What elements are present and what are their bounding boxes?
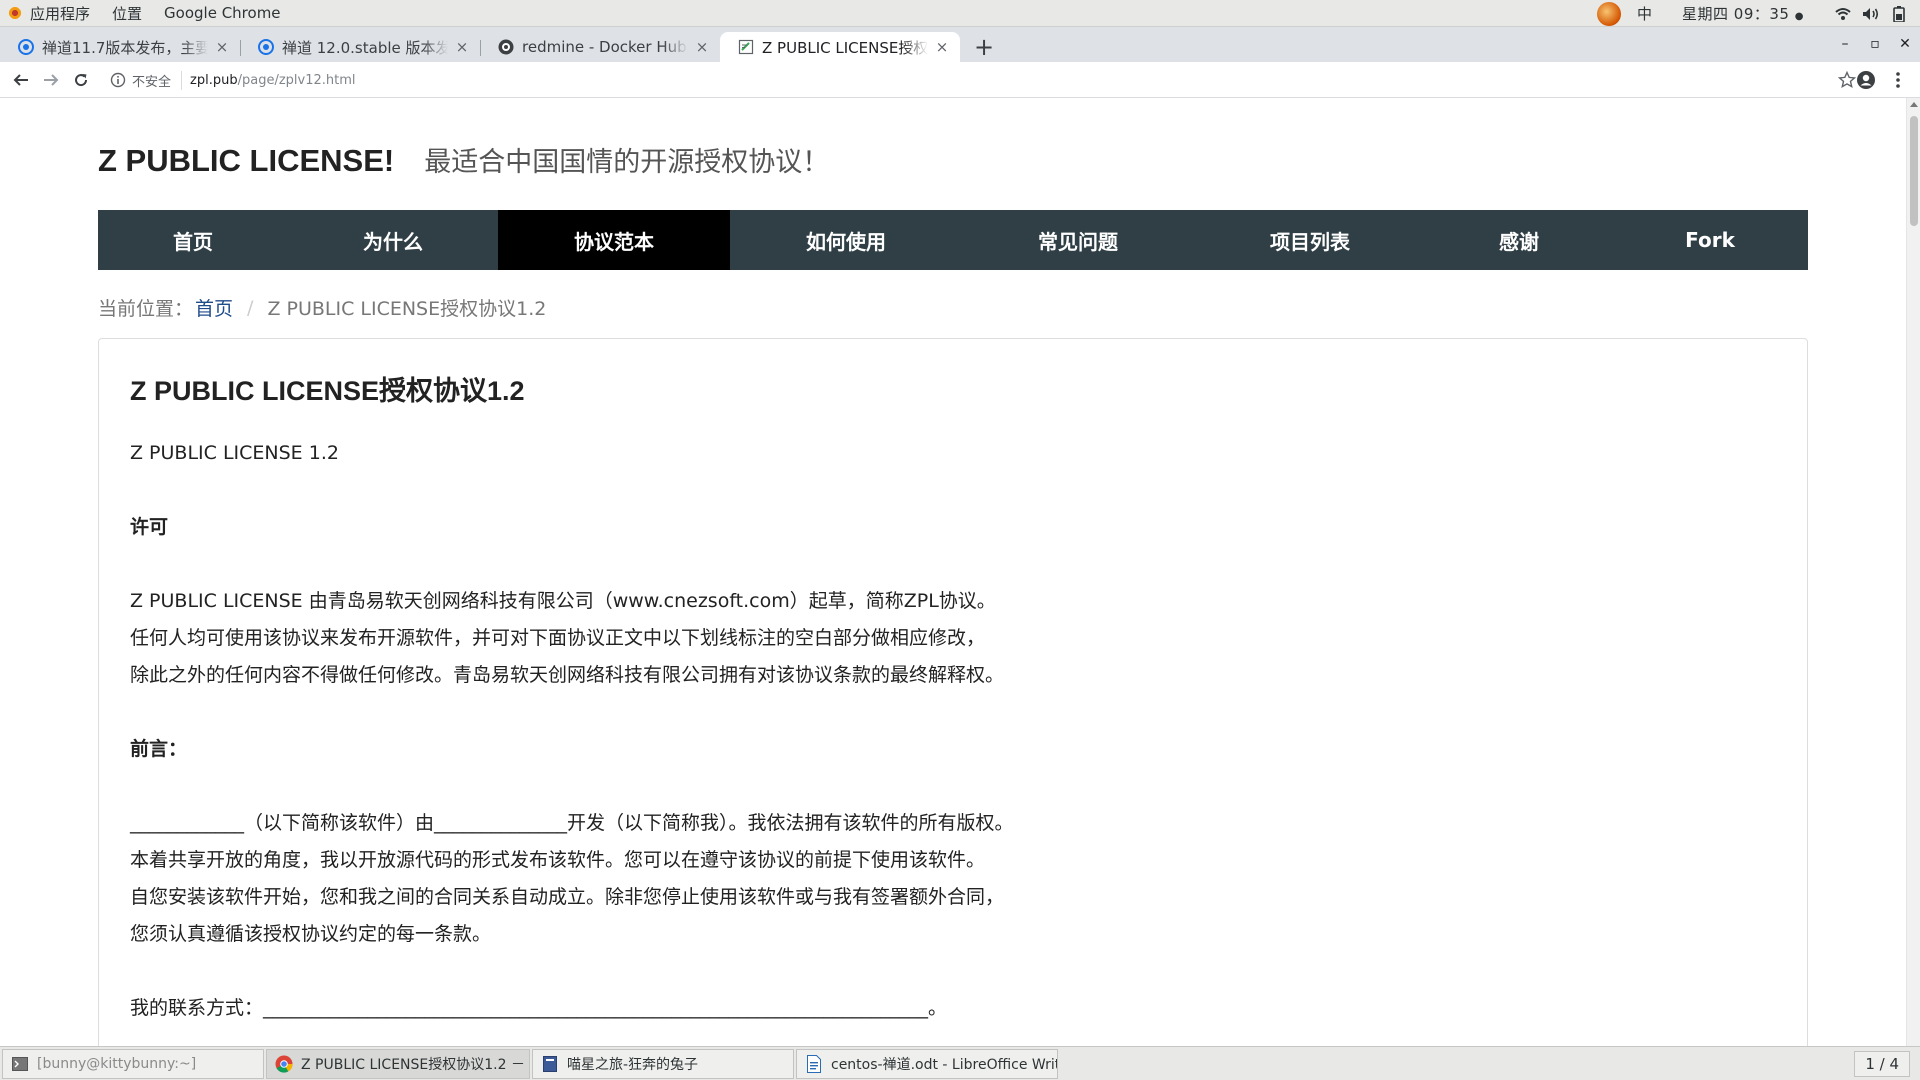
contact-line: 我的联系方式：_________________________________… bbox=[130, 997, 948, 1019]
scroll-up-arrow-icon[interactable] bbox=[1910, 102, 1918, 107]
page-scrollbar[interactable] bbox=[1906, 98, 1920, 1046]
libreoffice-writer-icon bbox=[805, 1054, 823, 1073]
browser-menu-icon[interactable] bbox=[1886, 68, 1910, 92]
terminal-icon bbox=[11, 1055, 29, 1073]
taskbar-item-terminal[interactable]: [bunny@kittybunny:~] bbox=[2, 1048, 264, 1079]
breadcrumb-prefix: 当前位置： bbox=[98, 298, 194, 320]
breadcrumb-current: Z PUBLIC LICENSE授权协议1.2 bbox=[267, 298, 547, 320]
main-nav: 首页 为什么 协议范本 如何使用 常见问题 项目列表 感谢 Fork bbox=[98, 210, 1808, 270]
applications-menu[interactable]: 应用程序 bbox=[30, 3, 101, 24]
taskbar-item-writer[interactable]: centos-禅道.odt - LibreOffice Writer bbox=[796, 1048, 1058, 1079]
heading-preface: 前言： bbox=[130, 738, 188, 760]
notification-dot-icon: ● bbox=[1794, 11, 1804, 22]
nav-item-license-template[interactable]: 协议范本 bbox=[498, 210, 730, 270]
preface-paragraph-line: ____________（以下简称该软件）由______________开发（以… bbox=[130, 812, 1014, 834]
tab-title: 禅道11.7版本发布，主要修 bbox=[42, 38, 208, 57]
taskbar-item-label: centos-禅道.odt - LibreOffice Writer bbox=[831, 1056, 1058, 1073]
tab-title: Z PUBLIC LICENSE授权协议 bbox=[762, 38, 928, 57]
profile-icon[interactable] bbox=[1854, 68, 1878, 92]
back-arrow-icon bbox=[13, 73, 28, 86]
scrollbar-thumb[interactable] bbox=[1910, 116, 1918, 226]
url-path: /page/zplv12.html bbox=[237, 72, 356, 88]
site-header: Z PUBLIC LICENSE! 最适合中国国情的开源授权协议！ bbox=[98, 140, 829, 179]
taskbar-item-chrome[interactable]: Z PUBLIC LICENSE授权协议1.2 － Z … bbox=[266, 1048, 530, 1079]
forward-button[interactable] bbox=[36, 65, 66, 95]
maximize-window-icon[interactable]: ▫ bbox=[1860, 36, 1890, 52]
tab-title: redmine - Docker Hub bbox=[522, 38, 687, 56]
browser-tab[interactable]: 禅道11.7版本发布，主要修 × bbox=[0, 32, 240, 62]
site-tagline: 最适合中国国情的开源授权协议！ bbox=[424, 147, 830, 178]
version-line: Z PUBLIC LICENSE 1.2 bbox=[130, 442, 339, 464]
applications-menu-icon bbox=[8, 6, 22, 20]
preface-paragraph-line: 您须认真遵循该授权协议约定的每一条款。 bbox=[130, 923, 492, 945]
page-favicon-icon bbox=[738, 39, 754, 55]
zentao-favicon-icon bbox=[258, 39, 274, 55]
breadcrumb-separator: / bbox=[247, 296, 254, 319]
browser-tab-active[interactable]: Z PUBLIC LICENSE授权协议 × bbox=[720, 32, 960, 62]
license-body: Z PUBLIC LICENSE 1.2 许可 Z PUBLIC LICENSE… bbox=[130, 439, 1730, 1027]
taskbar-item-label: [bunny@kittybunny:~] bbox=[37, 1055, 197, 1072]
nav-item-faq[interactable]: 常见问题 bbox=[962, 210, 1194, 270]
heading-license: 许可 bbox=[130, 516, 169, 538]
clock[interactable]: 星期四 09：35 ● bbox=[1682, 3, 1804, 24]
notebook-icon bbox=[541, 1055, 559, 1073]
document-title: Z PUBLIC LICENSE授权协议1.2 bbox=[130, 376, 525, 406]
taskbar-item-label: 喵星之旅-狂奔的兔子 bbox=[567, 1056, 699, 1073]
reload-button[interactable] bbox=[66, 65, 96, 95]
system-top-bar: 应用程序 位置 Google Chrome 中 星期四 09：35 ● bbox=[0, 0, 1920, 27]
taskbar-item-label: Z PUBLIC LICENSE授权协议1.2 － Z … bbox=[301, 1056, 529, 1073]
reload-icon bbox=[75, 73, 88, 86]
chrome-icon bbox=[275, 1055, 293, 1073]
active-app-menu[interactable]: Google Chrome bbox=[153, 4, 292, 22]
taskbar-item-notes[interactable]: 喵星之旅-狂奔的兔子 bbox=[532, 1048, 794, 1079]
tab-close-icon[interactable]: × bbox=[454, 38, 470, 56]
places-menu[interactable]: 位置 bbox=[101, 3, 153, 24]
breadcrumb-home-link[interactable]: 首页 bbox=[195, 294, 233, 321]
browser-tab[interactable]: redmine - Docker Hub × bbox=[480, 32, 720, 62]
address-bar[interactable]: 不安全 zpl.pub/page/zplv12.html bbox=[110, 66, 1856, 94]
volume-icon[interactable] bbox=[1862, 5, 1880, 23]
info-icon bbox=[110, 72, 126, 88]
tab-close-icon[interactable]: × bbox=[694, 38, 710, 56]
url-host: zpl.pub bbox=[190, 72, 238, 88]
page-viewport: Z PUBLIC LICENSE! 最适合中国国情的开源授权协议！ 首页 为什么… bbox=[0, 98, 1906, 1046]
tab-close-icon[interactable]: × bbox=[934, 38, 950, 56]
workspace-pager[interactable]: 1 / 4 bbox=[1854, 1051, 1910, 1077]
license-panel: Z PUBLIC LICENSE授权协议1.2 Z PUBLIC LICENSE… bbox=[98, 338, 1808, 1046]
nav-item-why[interactable]: 为什么 bbox=[288, 210, 498, 270]
nav-item-home[interactable]: 首页 bbox=[98, 210, 288, 270]
browser-tab[interactable]: 禅道 12.0.stable 版本发布 × bbox=[240, 32, 480, 62]
preface-paragraph-line: 自您安装该软件开始，您和我之间的合同关系自动成立。除非您停止使用该软件或与我有签… bbox=[130, 886, 1005, 908]
nav-item-thanks[interactable]: 感谢 bbox=[1426, 210, 1612, 270]
docker-favicon-icon bbox=[498, 39, 514, 55]
battery-icon[interactable] bbox=[1890, 5, 1908, 23]
clock-text: 星期四 09：35 bbox=[1682, 5, 1790, 23]
user-avatar-icon[interactable] bbox=[1597, 1, 1622, 26]
breadcrumb: 当前位置： 首页 / Z PUBLIC LICENSE授权协议1.2 bbox=[98, 294, 546, 321]
license-paragraph-line: Z PUBLIC LICENSE 由青岛易软天创网络科技有限公司（www.cne… bbox=[130, 590, 996, 612]
input-method-indicator[interactable]: 中 bbox=[1637, 3, 1652, 24]
preface-paragraph-line: 本着共享开放的角度，我以开放源代码的形式发布该软件。您可以在遵守该协议的前提下使… bbox=[130, 849, 986, 871]
forward-arrow-icon bbox=[44, 73, 59, 86]
wifi-icon[interactable] bbox=[1834, 5, 1852, 23]
browser-tab-strip: 禅道11.7版本发布，主要修 × 禅道 12.0.stable 版本发布 × r… bbox=[0, 27, 1920, 62]
window-list-taskbar: [bunny@kittybunny:~] Z PUBLIC LICENSE授权协… bbox=[0, 1046, 1920, 1080]
browser-toolbar: 不安全 zpl.pub/page/zplv12.html bbox=[0, 62, 1920, 98]
back-button[interactable] bbox=[6, 65, 36, 95]
zentao-favicon-icon bbox=[18, 39, 34, 55]
tab-title: 禅道 12.0.stable 版本发布 bbox=[282, 38, 448, 57]
nav-item-fork[interactable]: Fork bbox=[1612, 210, 1808, 270]
new-tab-button[interactable]: + bbox=[966, 32, 1002, 62]
close-window-icon[interactable]: ✕ bbox=[1890, 36, 1920, 52]
tab-close-icon[interactable]: × bbox=[214, 38, 230, 56]
security-status-label[interactable]: 不安全 bbox=[132, 70, 183, 90]
site-title[interactable]: Z PUBLIC LICENSE! bbox=[98, 143, 394, 179]
nav-item-how-to-use[interactable]: 如何使用 bbox=[730, 210, 962, 270]
license-paragraph-line: 任何人均可使用该协议来发布开源软件，并可对下面协议正文中以下划线标注的空白部分做… bbox=[130, 627, 986, 649]
nav-item-projects[interactable]: 项目列表 bbox=[1194, 210, 1426, 270]
license-paragraph-line: 除此之外的任何内容不得做任何修改。青岛易软天创网络科技有限公司拥有对该协议条款的… bbox=[130, 664, 1005, 686]
minimize-window-icon[interactable]: – bbox=[1830, 36, 1860, 52]
